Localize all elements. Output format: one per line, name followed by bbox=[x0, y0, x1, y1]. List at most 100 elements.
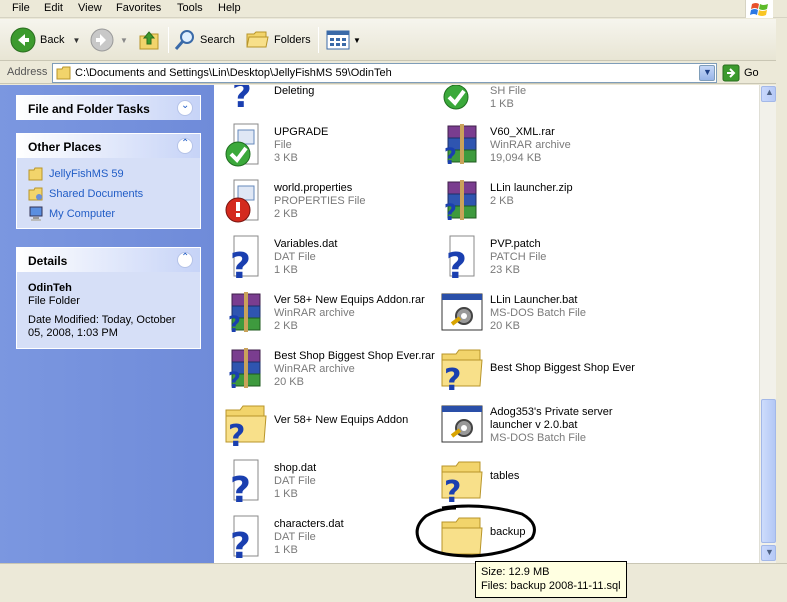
file-item-world-properties[interactable]: world.properties PROPERTIES File 2 KB bbox=[218, 176, 433, 232]
file-size: 1 KB bbox=[274, 544, 298, 556]
expand-chevron-icon[interactable]: ⌄ bbox=[177, 100, 193, 116]
file-type: WinRAR archive bbox=[274, 307, 355, 319]
file-size: 2 KB bbox=[274, 320, 298, 332]
forward-arrow-icon bbox=[90, 28, 114, 52]
file-item-best-shop-rar[interactable]: ? Best Shop Biggest Shop Ever.rar WinRAR… bbox=[218, 344, 435, 400]
other-places-jellyfish[interactable]: JellyFishMS 59 bbox=[28, 164, 189, 184]
details-type: File Folder bbox=[28, 295, 80, 307]
other-places-link-label: JellyFishMS 59 bbox=[49, 168, 124, 180]
folders-button[interactable]: Folders bbox=[246, 24, 311, 56]
up-folder-icon bbox=[139, 31, 159, 50]
folder-icon bbox=[56, 66, 71, 80]
scroll-down-button[interactable]: ▼ bbox=[761, 545, 776, 561]
folder-item-ver58[interactable]: ? Ver 58+ New Equips Addon bbox=[218, 400, 433, 456]
forward-dropdown-icon[interactable]: ▼ bbox=[120, 36, 128, 45]
file-item-upgrade[interactable]: UPGRADE File 3 KB bbox=[218, 120, 433, 176]
scroll-up-button[interactable]: ▲ bbox=[761, 86, 776, 102]
address-dropdown-button[interactable]: ▼ bbox=[699, 65, 715, 81]
other-places-shared-documents[interactable]: Shared Documents bbox=[28, 184, 189, 204]
menu-edit[interactable]: Edit bbox=[44, 2, 63, 14]
unknown-file-icon: ? bbox=[222, 85, 270, 116]
file-item-variables-dat[interactable]: ? Variables.dat DAT File 1 KB bbox=[218, 232, 433, 288]
chevron-up-icon: ▲ bbox=[765, 87, 774, 97]
svg-text:?: ? bbox=[230, 526, 251, 560]
file-size: 1 KB bbox=[490, 98, 514, 110]
search-label: Search bbox=[200, 34, 235, 46]
file-name: shop.dat bbox=[274, 462, 317, 474]
error-file-icon bbox=[222, 176, 270, 224]
forward-button[interactable]: ▼ bbox=[90, 24, 128, 56]
file-name: PVP.patch bbox=[490, 238, 541, 250]
svg-text:?: ? bbox=[232, 85, 252, 111]
menu-tools[interactable]: Tools bbox=[177, 2, 203, 14]
file-item-llin-launcher-zip[interactable]: ? LLin launcher.zip 2 KB bbox=[434, 176, 649, 232]
menu-view[interactable]: View bbox=[78, 2, 102, 14]
folders-label: Folders bbox=[274, 34, 311, 46]
file-item-shop-dat[interactable]: ? shop.dat DAT File 1 KB bbox=[218, 456, 433, 512]
other-places-link-label: Shared Documents bbox=[49, 188, 144, 200]
back-dropdown-icon[interactable]: ▼ bbox=[72, 36, 80, 45]
toolbar-separator bbox=[168, 27, 169, 53]
search-icon bbox=[174, 30, 194, 50]
file-type: PROPERTIES File bbox=[274, 195, 366, 207]
file-folder-tasks-panel: File and Folder Tasks ⌄ bbox=[16, 95, 201, 120]
file-name: tables bbox=[490, 470, 520, 482]
details-header[interactable]: Details ⌃ bbox=[17, 248, 200, 272]
svg-text:?: ? bbox=[228, 419, 245, 448]
windows-logo-icon bbox=[745, 0, 773, 18]
unknown-file-icon: ? bbox=[222, 232, 270, 287]
menu-favorites[interactable]: Favorites bbox=[116, 2, 161, 14]
file-size: 23 KB bbox=[490, 264, 520, 276]
go-button[interactable]: Go bbox=[722, 64, 759, 82]
chevron-down-icon: ▼ bbox=[765, 547, 774, 557]
up-folder-button[interactable] bbox=[138, 24, 162, 56]
file-item[interactable]: ? Deleting bbox=[218, 85, 433, 119]
file-size: 20 KB bbox=[274, 376, 304, 388]
file-item-llin-launcher-bat[interactable]: LLin Launcher.bat MS-DOS Batch File 20 K… bbox=[434, 288, 649, 344]
collapse-chevron-icon[interactable]: ⌃ bbox=[177, 252, 193, 268]
svg-text:?: ? bbox=[230, 246, 251, 280]
file-folder-tasks-title: File and Folder Tasks bbox=[28, 102, 150, 116]
file-folder-tasks-header[interactable]: File and Folder Tasks ⌄ bbox=[17, 96, 200, 120]
views-dropdown-icon[interactable]: ▼ bbox=[353, 36, 361, 45]
scroll-thumb[interactable] bbox=[761, 399, 776, 543]
file-name: UPGRADE bbox=[274, 126, 329, 138]
check-file-icon bbox=[438, 85, 486, 111]
file-type: File bbox=[274, 139, 292, 151]
views-button[interactable]: ▼ bbox=[326, 24, 361, 56]
file-item-characters-dat[interactable]: ? characters.dat DAT File 1 KB bbox=[218, 512, 433, 563]
file-name: Deleting bbox=[274, 85, 315, 97]
file-item-pvp-patch[interactable]: ? PVP.patch PATCH File 23 KB bbox=[434, 232, 649, 288]
file-name: LLin Launcher.bat bbox=[490, 294, 578, 306]
address-input[interactable]: C:\Documents and Settings\Lin\Desktop\Je… bbox=[52, 63, 717, 83]
menu-help[interactable]: Help bbox=[218, 2, 241, 14]
back-arrow-icon bbox=[10, 27, 36, 53]
shared-folder-icon bbox=[28, 187, 43, 201]
folders-icon bbox=[246, 31, 269, 48]
toolbar-separator bbox=[318, 27, 319, 53]
file-name: Ver 58+ New Equips Addon bbox=[274, 414, 409, 426]
menu-file[interactable]: File bbox=[12, 2, 30, 14]
go-label: Go bbox=[744, 67, 759, 79]
batch-file-icon bbox=[438, 400, 486, 448]
file-name: LLin launcher.zip bbox=[490, 182, 573, 194]
address-path: C:\Documents and Settings\Lin\Desktop\Je… bbox=[75, 67, 392, 79]
vertical-scrollbar[interactable]: ▲ ▼ bbox=[759, 85, 776, 563]
file-item-v60-xml[interactable]: ? V60_XML.rar WinRAR archive 19,094 KB bbox=[434, 120, 649, 176]
details-panel: Details ⌃ OdinTeh File Folder Date Modif… bbox=[16, 247, 201, 349]
search-button[interactable]: Search bbox=[174, 24, 235, 56]
folder-item-best-shop[interactable]: ? Best Shop Biggest Shop Ever bbox=[434, 344, 649, 400]
winrar-icon: ? bbox=[222, 288, 270, 338]
address-bar: Address C:\Documents and Settings\Lin\De… bbox=[0, 62, 787, 84]
other-places-header[interactable]: Other Places ⌃ bbox=[17, 134, 200, 158]
file-item-adog-launcher[interactable]: Adog353's Private server launcher v 2.0.… bbox=[434, 400, 649, 456]
back-button[interactable]: Back ▼ bbox=[10, 24, 80, 56]
file-name: characters.dat bbox=[274, 518, 344, 530]
file-item-ver58-rar[interactable]: ? Ver 58+ New Equips Addon.rar WinRAR ar… bbox=[218, 288, 433, 344]
status-area bbox=[0, 563, 787, 602]
file-type: SH File bbox=[490, 85, 527, 97]
other-places-my-computer[interactable]: My Computer bbox=[28, 204, 189, 224]
file-item[interactable]: SH File 1 KB bbox=[434, 85, 649, 119]
details-name: OdinTeh bbox=[28, 282, 72, 294]
collapse-chevron-icon[interactable]: ⌃ bbox=[177, 138, 193, 154]
